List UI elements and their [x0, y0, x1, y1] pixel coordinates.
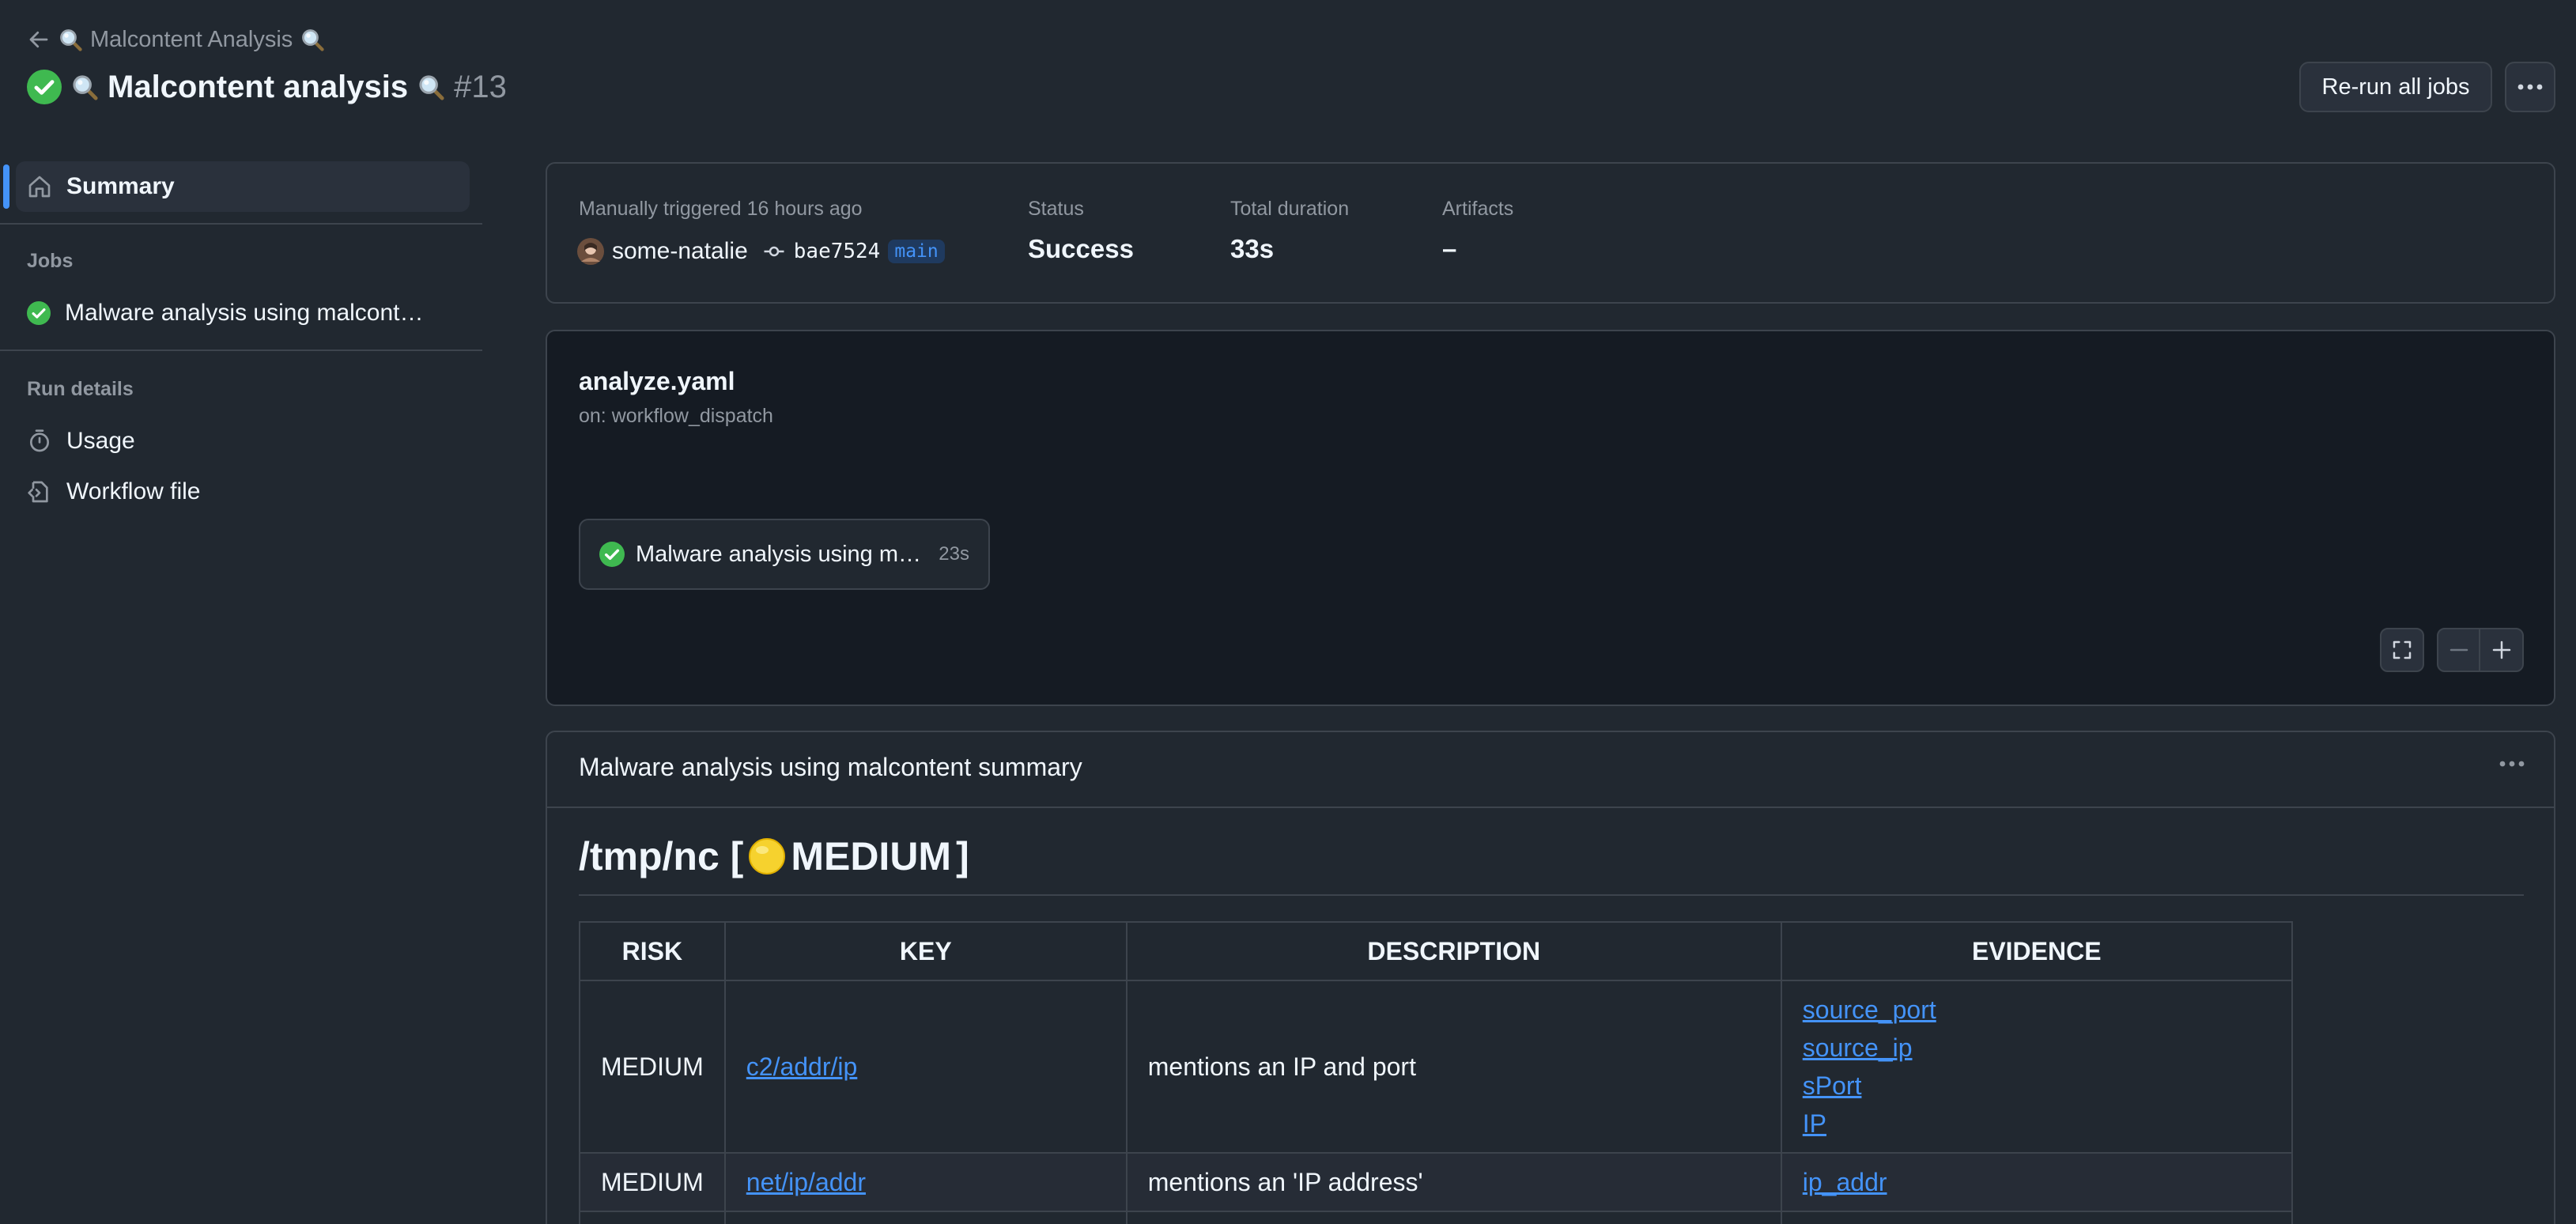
fullscreen-icon [2393, 640, 2412, 659]
run-info-panel [546, 162, 2555, 304]
evidence-cell [1780, 1211, 2293, 1224]
sidebar-item-workflow-file[interactable]: Workflow file [27, 476, 200, 508]
evidence-cell: source_port source_ip sPort IP [1780, 980, 2293, 1154]
sidebar-item-summary[interactable]: Summary [27, 171, 175, 202]
key-link[interactable]: c2/addr/ip [746, 1052, 858, 1081]
key-link[interactable]: net/ip/addr [746, 1168, 866, 1196]
run-title: Malcontent analysis [108, 69, 409, 104]
rerun-all-jobs-button[interactable]: Re-run all jobs [2299, 62, 2492, 112]
key-cell: c2/addr/ip [723, 980, 1127, 1154]
success-check-icon [27, 301, 51, 325]
trigger-details: some-natalie bae7524 main [577, 236, 945, 267]
heading-divider [579, 894, 2524, 896]
status-label: Status [1028, 198, 1084, 220]
git-commit-icon [764, 246, 784, 257]
evidence-cell: ip_addr [1780, 1152, 2293, 1212]
arrow-left-icon [29, 31, 48, 48]
sidebar-jobs-heading: Jobs [27, 250, 74, 272]
key-cell: net/ip/addr [723, 1152, 1127, 1212]
sidebar-active-indicator [3, 164, 9, 209]
page-title: Malcontent analysis #13 [27, 65, 507, 109]
magnifying-glass-icon [300, 28, 324, 51]
branch-label[interactable]: main [888, 240, 945, 263]
sidebar-divider [0, 349, 482, 351]
job-summary-title: Malware analysis using malcontent summar… [579, 753, 1082, 781]
evidence-link[interactable]: source_ip [1803, 1029, 2271, 1067]
more-options-button[interactable] [2505, 62, 2555, 112]
table-header-row: RISK KEY DESCRIPTION EVIDENCE [579, 921, 2293, 981]
sidebar-item-label: Malware analysis using malcont… [65, 300, 424, 326]
summary-options-button[interactable] [2499, 757, 2525, 772]
magnifying-glass-icon [417, 74, 444, 100]
kebab-horizontal-icon [2499, 761, 2525, 767]
trigger-label: Manually triggered 16 hours ago [579, 198, 863, 220]
zoom-out-button[interactable] [2438, 629, 2481, 671]
sidebar-run-details-heading: Run details [27, 378, 134, 400]
heading-risk-level: MEDIUM [791, 834, 952, 878]
workflow-trigger: on: workflow_dispatch [579, 405, 773, 427]
home-icon [28, 176, 51, 198]
file-code-icon [28, 481, 48, 503]
workflow-graph-panel [546, 330, 2555, 706]
evidence-link[interactable]: IP [1803, 1105, 2271, 1143]
success-check-icon [27, 70, 62, 104]
actor-link[interactable]: some-natalie [612, 238, 748, 265]
evidence-link[interactable]: source_port [1803, 991, 2271, 1029]
workflow-file-name[interactable]: analyze.yaml [579, 367, 735, 396]
column-header: EVIDENCE [1780, 921, 2293, 981]
evidence-link[interactable]: sPort [1803, 1067, 2271, 1105]
summary-heading: /tmp/nc [ MEDIUM ] [579, 833, 969, 879]
zoom-controls [2437, 628, 2524, 672]
column-header: KEY [723, 921, 1127, 981]
risk-cell [579, 1211, 726, 1224]
fullscreen-button[interactable] [2380, 628, 2424, 672]
risk-cell: MEDIUM [579, 1152, 726, 1212]
evidence-link[interactable]: ip_addr [1803, 1163, 2271, 1201]
column-header: DESCRIPTION [1125, 921, 1782, 981]
sidebar-item-label: Workflow file [66, 478, 201, 504]
artifacts-value: – [1442, 234, 1457, 263]
sidebar-item-usage[interactable]: Usage [27, 425, 135, 457]
job-card[interactable]: Malware analysis using malcontent 23s [579, 519, 990, 590]
run-number: #13 [454, 69, 507, 104]
column-header: RISK [579, 921, 726, 981]
commit-link[interactable]: bae7524 [794, 240, 881, 263]
zoom-in-button[interactable] [2480, 629, 2522, 671]
sidebar-item-job[interactable]: Malware analysis using malcont… [27, 297, 424, 329]
job-card-duration: 23s [939, 543, 969, 565]
sidebar-item-label: Summary [66, 173, 175, 199]
artifacts-label: Artifacts [1442, 198, 1514, 220]
description-cell [1125, 1211, 1782, 1224]
status-value: Success [1028, 234, 1134, 263]
minus-icon [2449, 648, 2468, 652]
breadcrumb-workflow-link[interactable]: Malcontent Analysis [90, 27, 293, 53]
table-row: MEDIUM net/ip/addr mentions an 'IP addre… [579, 1152, 2293, 1212]
stopwatch-icon [30, 429, 49, 452]
sidebar-divider [0, 223, 482, 225]
duration-value: 33s [1230, 234, 1275, 263]
magnifying-glass-icon [59, 28, 82, 51]
key-cell [723, 1211, 1127, 1224]
table-row: MEDIUM c2/addr/ip mentions an IP and por… [579, 980, 2293, 1154]
magnifying-glass-icon [71, 74, 98, 100]
duration-label: Total duration [1230, 198, 1350, 220]
plus-icon [2492, 640, 2510, 659]
findings-table: RISK KEY DESCRIPTION EVIDENCE MEDIUM c2/… [579, 921, 2293, 1224]
success-check-icon [599, 542, 625, 567]
table-row [579, 1211, 2293, 1224]
risk-cell: MEDIUM [579, 980, 726, 1154]
kebab-horizontal-icon [2517, 84, 2543, 90]
description-cell: mentions an IP and port [1125, 980, 1782, 1154]
yellow-circle-icon [749, 838, 786, 875]
avatar[interactable] [577, 238, 604, 265]
heading-bracket: ] [956, 834, 969, 878]
breadcrumb[interactable]: Malcontent Analysis [27, 24, 324, 55]
job-card-name: Malware analysis using malcontent [636, 541, 928, 567]
sidebar-item-label: Usage [66, 428, 135, 454]
description-cell: mentions an 'IP address' [1125, 1152, 1782, 1212]
heading-path: /tmp/nc [ [579, 834, 744, 878]
